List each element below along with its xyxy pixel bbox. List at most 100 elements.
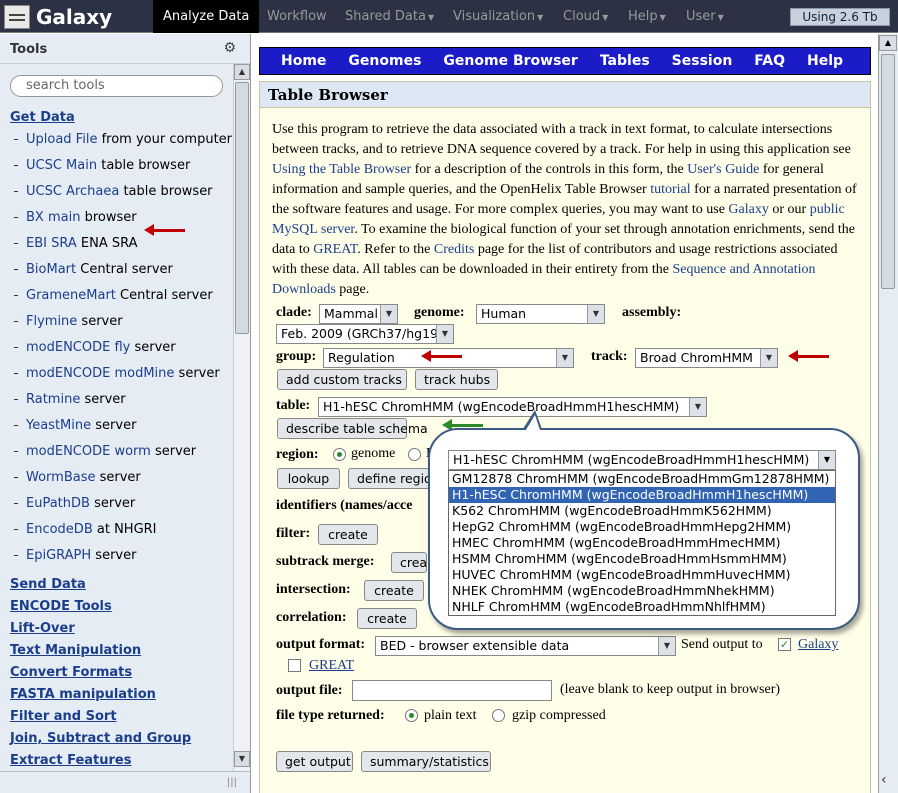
tool-link[interactable]: modENCODE fly: [26, 340, 130, 355]
group-select[interactable]: Regulation ▼: [323, 348, 574, 368]
ucsc-nav-genome-browser[interactable]: Genome Browser: [432, 48, 588, 74]
ucsc-nav-home[interactable]: Home: [270, 48, 337, 74]
subtrack-create-button[interactable]: crea: [391, 552, 427, 573]
tool-item[interactable]: EpiGRAPH server: [10, 548, 232, 564]
region-genome-radio[interactable]: [333, 448, 346, 461]
send-galaxy-checkbox[interactable]: ✓: [778, 638, 791, 651]
tool-link[interactable]: UCSC Archaea: [26, 184, 119, 199]
tool-link[interactable]: Flymine: [26, 314, 77, 329]
tool-item[interactable]: EncodeDB at NHGRI: [10, 522, 232, 538]
table-dropdown-option[interactable]: HUVEC ChromHMM (wgEncodeBroadHmmHuvecHMM…: [449, 567, 835, 583]
gzip-radio[interactable]: [492, 709, 505, 722]
table-dropdown-option[interactable]: GM12878 ChromHMM (wgEncodeBroadHmmGm1287…: [449, 471, 835, 487]
tool-link[interactable]: EpiGRAPH: [26, 548, 91, 563]
scroll-up-icon[interactable]: ▲: [879, 35, 897, 51]
tool-section[interactable]: Text Manipulation: [10, 640, 232, 661]
ucsc-nav-tables[interactable]: Tables: [589, 48, 661, 74]
correlation-create-button[interactable]: create: [357, 608, 417, 629]
table-dropdown-option[interactable]: NHEK ChromHMM (wgEncodeBroadHmmNhekHMM): [449, 583, 835, 599]
ucsc-nav-genomes[interactable]: Genomes: [337, 48, 432, 74]
intro-link[interactable]: Credits: [434, 242, 474, 257]
nav-visualization[interactable]: Visualization ▼: [443, 0, 553, 33]
get-output-button[interactable]: get output: [276, 751, 353, 772]
genome-select[interactable]: Human ▼: [476, 304, 605, 324]
clade-select[interactable]: Mammal ▼: [319, 304, 398, 324]
ucsc-nav-faq[interactable]: FAQ: [743, 48, 796, 74]
table-dropdown-option[interactable]: HepG2 ChromHMM (wgEncodeBroadHmmHepg2HMM…: [449, 519, 835, 535]
panel-resize-handle[interactable]: |||: [0, 771, 250, 793]
tool-link[interactable]: UCSC Main: [26, 158, 97, 173]
tool-section[interactable]: Convert Formats: [10, 662, 232, 683]
tool-section[interactable]: FASTA manipulation: [10, 684, 232, 705]
tool-item[interactable]: Upload File from your computer: [10, 132, 232, 148]
track-hubs-button[interactable]: track hubs: [415, 369, 498, 390]
tool-item[interactable]: modENCODE worm server: [10, 444, 232, 460]
tool-item[interactable]: GrameneMart Central server: [10, 288, 232, 304]
tool-section[interactable]: Filter and Sort: [10, 706, 232, 727]
ucsc-nav-session[interactable]: Session: [661, 48, 744, 74]
output-format-select[interactable]: BED - browser extensible data ▼: [375, 636, 676, 656]
tool-item[interactable]: EBI SRA ENA SRA: [10, 236, 232, 252]
table-dropdown-option[interactable]: K562 ChromHMM (wgEncodeBroadHmmK562HMM): [449, 503, 835, 519]
tool-link[interactable]: Upload File: [26, 132, 97, 147]
plain-text-radio[interactable]: [405, 709, 418, 722]
table-dropdown-expanded[interactable]: H1-hESC ChromHMM (wgEncodeBroadHmmH1hesc…: [448, 450, 836, 616]
tool-item[interactable]: Ratmine server: [10, 392, 232, 408]
tool-link[interactable]: EBI SRA: [26, 236, 77, 251]
output-file-input[interactable]: [352, 680, 552, 701]
tool-item[interactable]: UCSC Main table browser: [10, 158, 232, 174]
intro-link[interactable]: User's Guide: [687, 162, 759, 177]
table-select[interactable]: H1-hESC ChromHMM (wgEncodeBroadHmmH1hesc…: [318, 397, 707, 417]
tool-link[interactable]: modENCODE worm: [26, 444, 151, 459]
assembly-select[interactable]: Feb. 2009 (GRCh37/hg19) ▼: [276, 324, 454, 344]
section-get-data[interactable]: Get Data: [10, 107, 232, 128]
tool-link[interactable]: EuPathDB: [26, 496, 90, 511]
gear-icon[interactable]: ⚙: [223, 40, 236, 56]
nav-user[interactable]: User ▼: [676, 0, 734, 33]
tool-search-input[interactable]: search tools: [10, 75, 223, 97]
send-great-checkbox[interactable]: [288, 659, 301, 672]
tool-item[interactable]: UCSC Archaea table browser: [10, 184, 232, 200]
track-select[interactable]: Broad ChromHMM ▼: [635, 348, 778, 368]
intro-link[interactable]: tutorial: [650, 182, 690, 197]
intersection-create-button[interactable]: create: [364, 580, 424, 601]
nav-shared-data[interactable]: Shared Data ▼: [335, 0, 444, 33]
table-dropdown-option[interactable]: HSMM ChromHMM (wgEncodeBroadHmmHsmmHMM): [449, 551, 835, 567]
define-regions-button[interactable]: define regio: [348, 468, 432, 489]
tool-item[interactable]: BX main browser: [10, 210, 232, 226]
tool-item[interactable]: YeastMine server: [10, 418, 232, 434]
scrollbar-thumb[interactable]: [235, 82, 249, 334]
intro-link[interactable]: Using the Table Browser: [272, 162, 411, 177]
ucsc-nav-help[interactable]: Help: [796, 48, 854, 74]
great-link[interactable]: GREAT: [309, 658, 354, 674]
table-dropdown-selected[interactable]: H1-hESC ChromHMM (wgEncodeBroadHmmH1hesc…: [448, 450, 836, 470]
nav-workflow[interactable]: Workflow: [257, 0, 337, 33]
chevron-left-icon[interactable]: ‹: [881, 772, 887, 788]
tool-link[interactable]: WormBase: [26, 470, 95, 485]
tool-item[interactable]: EuPathDB server: [10, 496, 232, 512]
tool-panel-scrollbar[interactable]: ▲ ▼: [233, 64, 250, 782]
scroll-up-icon[interactable]: ▲: [234, 64, 250, 80]
galaxy-link[interactable]: Galaxy: [798, 637, 838, 653]
nav-help[interactable]: Help ▼: [618, 0, 676, 33]
tool-item[interactable]: modENCODE fly server: [10, 340, 232, 356]
tool-link[interactable]: BX main: [26, 210, 80, 225]
nav-analyze-data[interactable]: Analyze Data: [153, 0, 260, 33]
filter-create-button[interactable]: create: [318, 524, 378, 545]
tool-link[interactable]: BioMart: [26, 262, 76, 277]
tool-item[interactable]: WormBase server: [10, 470, 232, 486]
nav-cloud[interactable]: Cloud ▼: [553, 0, 618, 33]
tool-section[interactable]: Send Data: [10, 574, 232, 595]
describe-table-schema-button[interactable]: describe table schema: [277, 418, 428, 439]
tool-item[interactable]: BioMart Central server: [10, 262, 232, 278]
tool-link[interactable]: GrameneMart: [26, 288, 116, 303]
tool-item[interactable]: modENCODE modMine server: [10, 366, 232, 382]
add-custom-tracks-button[interactable]: add custom tracks: [277, 369, 407, 390]
region-other-radio[interactable]: [408, 448, 421, 461]
intro-link[interactable]: Galaxy: [728, 202, 768, 217]
table-dropdown-option[interactable]: H1-hESC ChromHMM (wgEncodeBroadHmmH1hesc…: [449, 487, 835, 503]
lookup-button[interactable]: lookup: [277, 468, 340, 489]
tool-section[interactable]: ENCODE Tools: [10, 596, 232, 617]
tool-link[interactable]: modENCODE modMine: [26, 366, 174, 381]
tool-link[interactable]: EncodeDB: [26, 522, 93, 537]
